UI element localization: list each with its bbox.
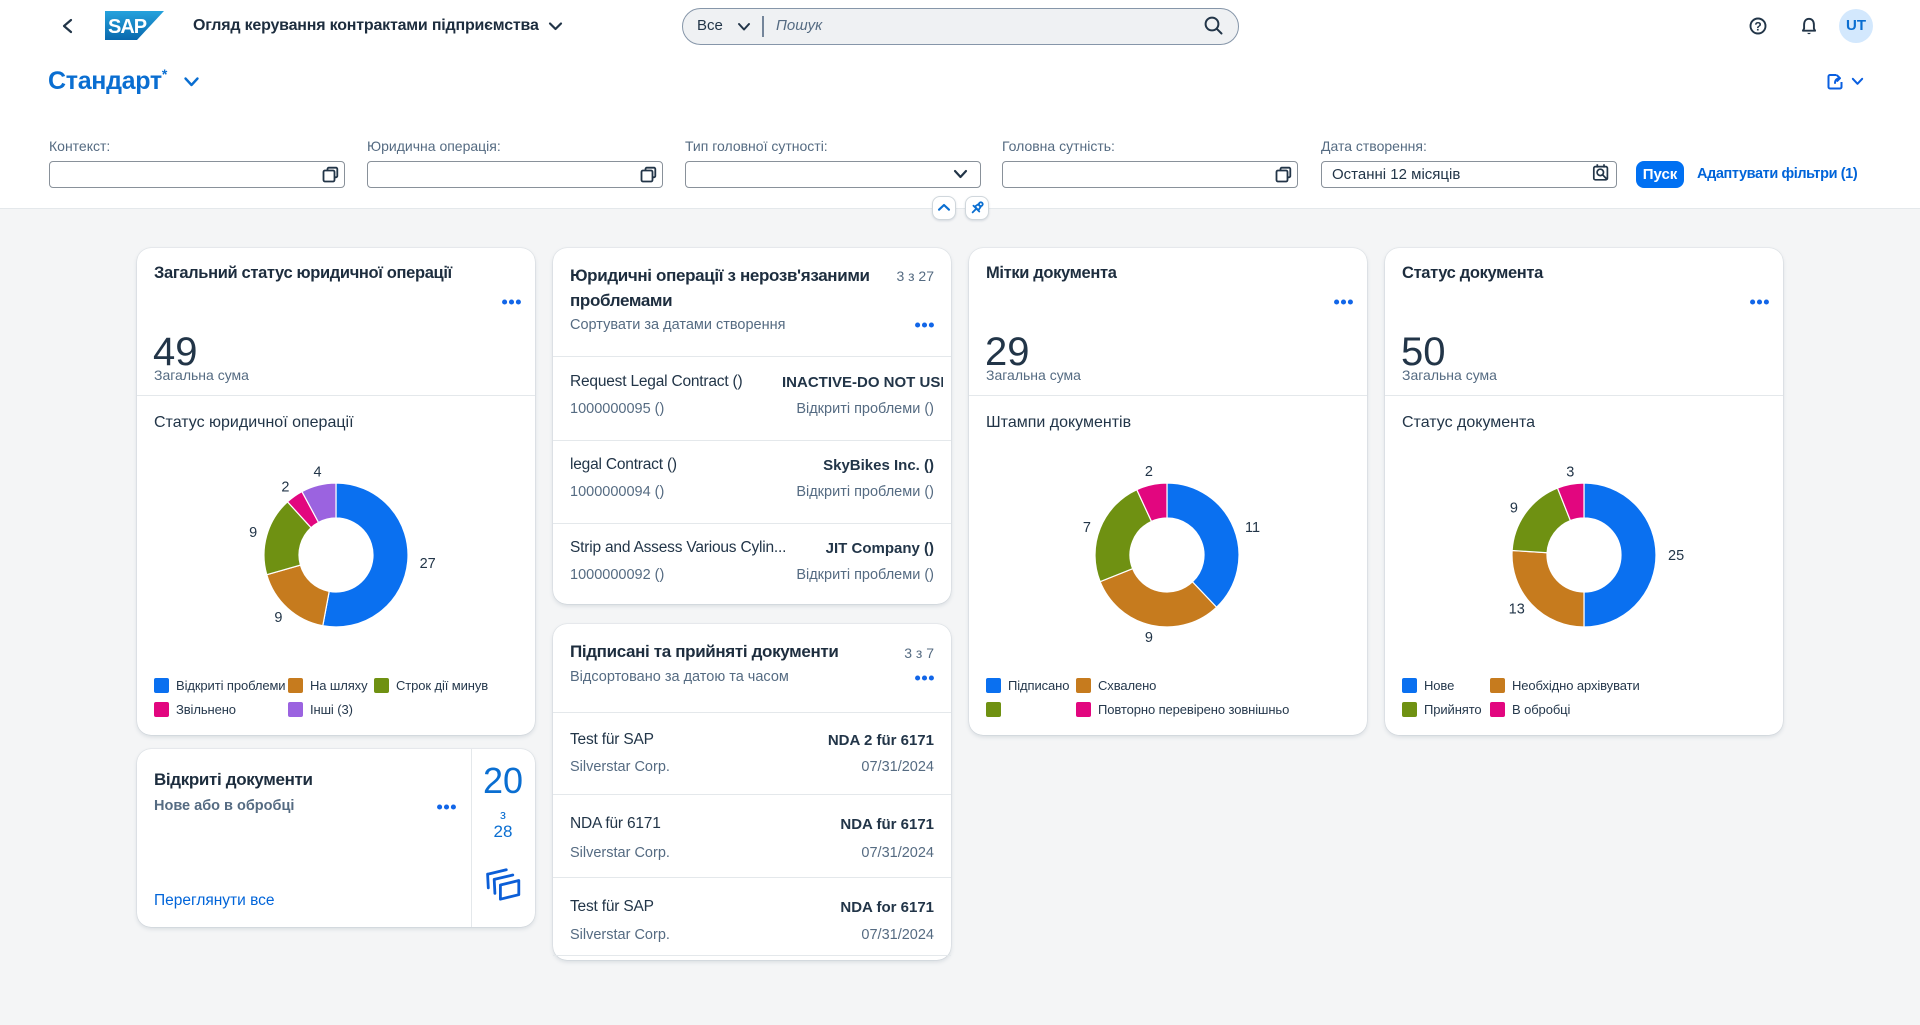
svg-text:?: ? <box>1754 19 1761 33</box>
svg-text:7: 7 <box>1083 520 1091 536</box>
svg-text:2: 2 <box>281 479 289 495</box>
svg-text:SAP: SAP <box>108 16 147 38</box>
svg-text:4: 4 <box>313 465 321 481</box>
svg-text:3: 3 <box>1566 465 1574 481</box>
svg-text:2: 2 <box>1145 464 1153 480</box>
svg-text:13: 13 <box>1509 602 1525 618</box>
svg-text:9: 9 <box>249 525 257 541</box>
svg-text:27: 27 <box>420 556 436 572</box>
svg-text:9: 9 <box>1510 501 1518 517</box>
svg-text:11: 11 <box>1245 520 1260 536</box>
svg-text:9: 9 <box>274 610 282 626</box>
svg-text:25: 25 <box>1668 548 1684 564</box>
svg-text:9: 9 <box>1145 630 1153 646</box>
